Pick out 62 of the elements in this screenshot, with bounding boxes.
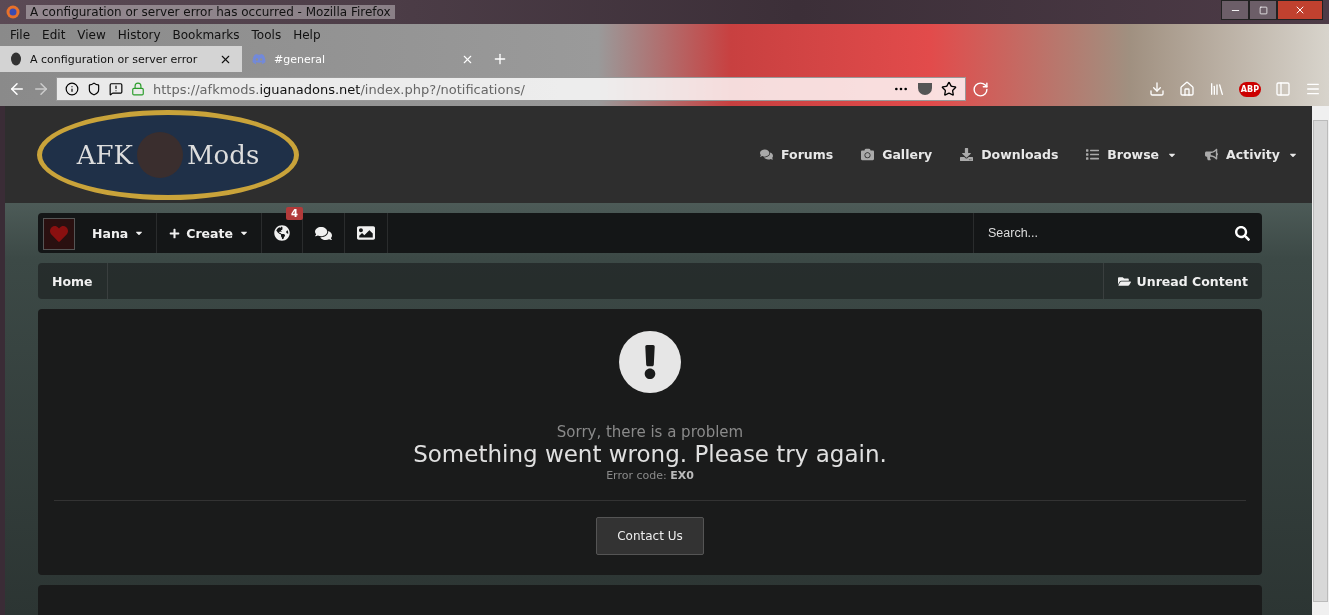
nav-link[interactable]: Gallery [861, 147, 933, 162]
comments-icon [314, 224, 332, 242]
notification-count: 4 [285, 207, 303, 220]
pocket-icon[interactable] [917, 82, 933, 96]
close-button[interactable] [1277, 0, 1323, 20]
address-field[interactable]: https://afkmods.iguanadons.net/index.php?/notifications/ [56, 77, 966, 101]
camera-icon [861, 148, 875, 161]
nav-link[interactable]: Forums [760, 147, 834, 162]
menu-item[interactable]: File [4, 28, 37, 42]
search-field[interactable]: Search... [986, 225, 1235, 241]
url-text: https://afkmods.iguanadons.net/index.php?/notifications/ [153, 81, 526, 97]
forward-icon [32, 80, 50, 98]
site-icon [10, 52, 22, 66]
close-icon [1294, 4, 1306, 16]
menu-item[interactable]: History [111, 28, 167, 42]
menu-icon [1305, 81, 1321, 97]
browser-tab[interactable]: A configuration or server error [0, 46, 242, 72]
maximize-icon [1258, 5, 1268, 15]
list-icon [1086, 148, 1100, 161]
info-icon [65, 82, 79, 96]
menu-item[interactable]: Help [287, 28, 327, 42]
error-message: Something went wrong. Please try again. [413, 441, 887, 467]
menu-item[interactable]: Bookmarks [166, 28, 246, 42]
maximize-button[interactable] [1249, 0, 1277, 20]
new-tab-icon [492, 51, 508, 67]
reload-icon [972, 80, 989, 98]
chat-icon [252, 52, 266, 66]
star-icon [941, 81, 957, 97]
window-title: A configuration or server error has occurred - Mozilla Firefox [26, 5, 395, 19]
globe-icon [273, 225, 290, 241]
download-icon [1148, 81, 1165, 97]
unread-content-link[interactable]: Unread Content [1102, 263, 1262, 299]
library-icon [1208, 81, 1225, 97]
image-icon [356, 224, 375, 242]
folder-icon [1117, 274, 1131, 288]
nav-link[interactable]: Browse [1086, 147, 1178, 162]
error-code: Error code: EX0 [606, 469, 694, 482]
search-icon [1235, 225, 1250, 241]
site-logo[interactable]: AFK Mods [37, 109, 299, 200]
menu-item[interactable]: Tools [245, 28, 288, 42]
menu-item[interactable]: View [71, 28, 112, 42]
breadcrumb-link[interactable]: Home [38, 263, 108, 299]
download-icon [960, 148, 974, 161]
nav-link[interactable]: Downloads [960, 147, 1059, 162]
megaphone-icon [1205, 148, 1219, 161]
comments-icon [760, 148, 773, 161]
adblock-button[interactable]: ABP [1238, 81, 1261, 97]
create-menu[interactable]: Create [157, 213, 262, 253]
message-icon [109, 82, 123, 96]
back-icon [8, 80, 26, 98]
user-menu[interactable]: Hana [80, 213, 158, 253]
shield-icon [87, 82, 101, 96]
home-icon [1178, 81, 1195, 97]
plus-icon [169, 227, 181, 239]
scrollbar[interactable] [1312, 106, 1329, 615]
lock-icon [131, 82, 145, 96]
menu-item[interactable]: Edit [36, 28, 72, 42]
error-subtitle: Sorry, there is a problem [556, 423, 744, 441]
nav-link[interactable]: Activity [1205, 147, 1298, 162]
browser-logo-icon [6, 5, 20, 19]
sidebar-icon [1275, 81, 1291, 97]
contact-us-button[interactable]: Contact Us [596, 517, 704, 555]
